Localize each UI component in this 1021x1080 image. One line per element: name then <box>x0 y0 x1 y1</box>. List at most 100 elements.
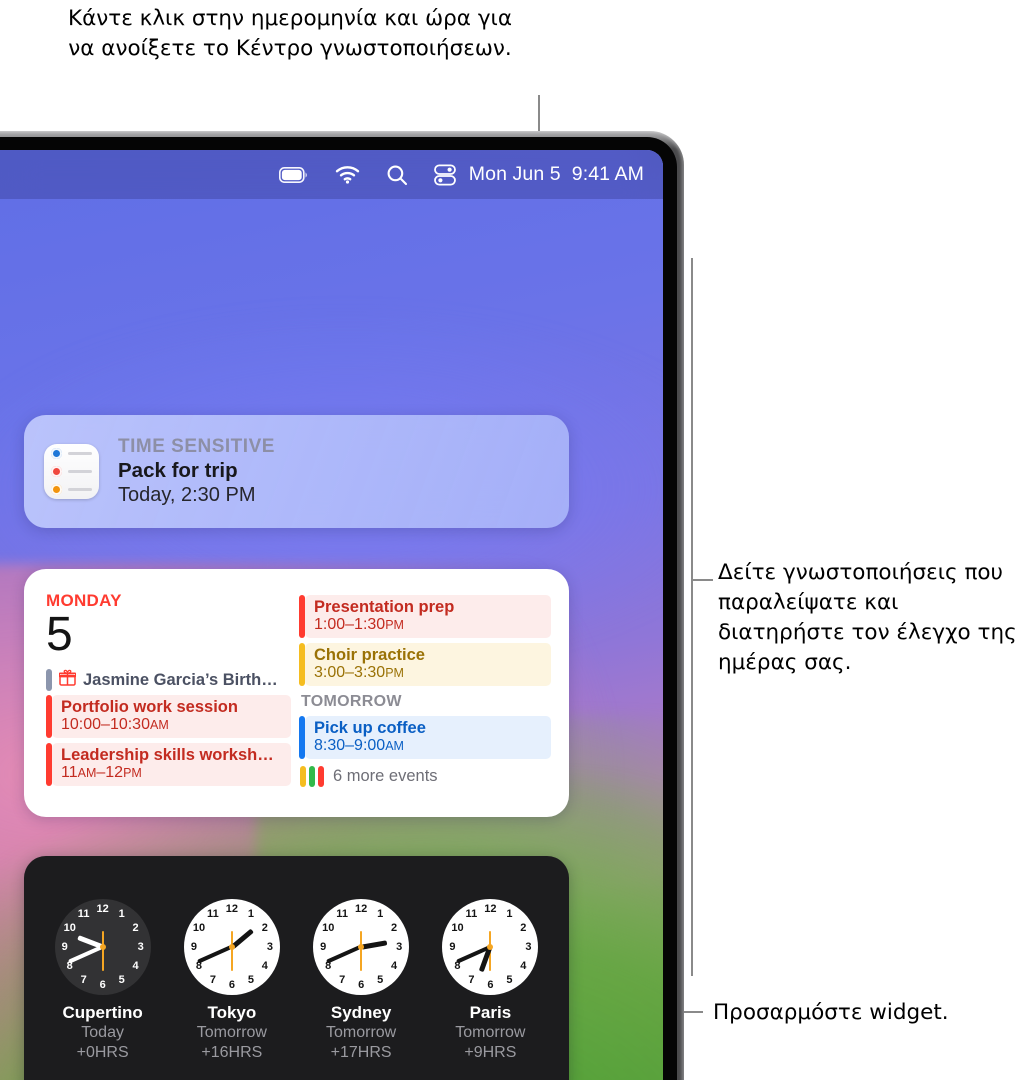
clock-numeral: 7 <box>339 973 346 986</box>
event-time: 8:30–9:00AM <box>314 737 404 754</box>
clock-numeral: 4 <box>390 960 398 972</box>
clock-second-hand <box>230 931 233 971</box>
notification-subtitle: Today, 2:30 PM <box>118 484 256 506</box>
control-center-icon[interactable] <box>421 150 469 199</box>
callout-bottom-text: Προσαρμόστε widget. <box>713 1000 949 1025</box>
clock-numeral: 1 <box>506 908 513 921</box>
clock-numeral: 12 <box>225 903 238 915</box>
clock-numeral: 4 <box>261 960 268 972</box>
screenshot-root: Κάντε κλικ στην ημερομηνία και ώρα για ν… <box>0 0 1021 1080</box>
clock-center-pin <box>99 944 106 950</box>
battery-icon[interactable] <box>266 150 322 199</box>
more-events-color-bars <box>300 766 324 787</box>
clock-numeral: 7 <box>209 973 216 986</box>
clock-numeral: 10 <box>63 922 76 934</box>
clock-numeral: 10 <box>322 922 335 934</box>
all-day-event-label: Jasmine Garcia’s Birth… <box>83 670 278 689</box>
clock-numeral: 5 <box>506 973 513 986</box>
search-icon[interactable] <box>373 150 421 199</box>
calendar-event[interactable]: Choir practice 3:00–3:30PM <box>299 643 551 686</box>
clock-numeral: 6 <box>99 979 106 991</box>
more-events-bar <box>318 766 324 787</box>
menu-bar-date: Mon Jun 5 <box>468 163 561 185</box>
clock-center-pin <box>487 944 494 950</box>
menu-bar-clock[interactable]: Mon Jun 5 9:41 AM <box>469 163 650 186</box>
clock-day-label: Tomorrow <box>196 1024 267 1041</box>
event-body: Pick up coffee 8:30–9:00AM <box>305 716 551 759</box>
clock-numeral: 6 <box>228 979 235 991</box>
world-clock-cell[interactable]: 12 1 2 3 4 5 6 7 8 9 10 11 Paris Tomorrow +9HRS <box>431 899 549 1063</box>
menu-bar: Mon Jun 5 9:41 AM <box>0 150 663 199</box>
clock-numeral: 1 <box>377 908 384 921</box>
clock-numeral: 9 <box>190 941 197 953</box>
clock-numeral: 3 <box>266 941 273 953</box>
clock-face: 12 1 2 3 4 5 6 7 8 9 10 11 <box>183 899 280 995</box>
reminder-dot <box>51 448 62 459</box>
calendar-more-events[interactable]: 6 more events <box>300 766 551 787</box>
clock-city-label: Tokyo <box>207 1003 257 1022</box>
clock-numeral: 1 <box>247 908 254 921</box>
world-clock-cell[interactable]: 12 1 2 3 4 5 6 7 8 9 10 11 Sydney Tomorrow +17HRS <box>302 899 420 1063</box>
clock-offset-label: +17HRS <box>330 1044 392 1061</box>
event-title: Presentation prep <box>314 598 455 616</box>
clock-city-label: Cupertino <box>62 1003 143 1022</box>
calendar-widget[interactable]: MONDAY 5 Jasmine Garcia’s Birth… Portfol… <box>24 569 569 817</box>
event-color-bar <box>46 669 52 691</box>
clock-numeral: 9 <box>449 941 456 953</box>
notification-text: TIME SENSITIVE Pack for trip Today, 2:30… <box>118 436 275 507</box>
clock-numeral: 11 <box>77 908 90 921</box>
clock-numeral: 5 <box>247 973 254 986</box>
wifi-icon[interactable] <box>322 150 373 199</box>
clock-numeral: 12 <box>96 903 109 915</box>
event-title: Leadership skills worksh… <box>61 746 274 764</box>
reminder-row <box>51 484 92 495</box>
clock-city-label: Sydney <box>330 1003 392 1022</box>
more-events-bar <box>300 766 306 787</box>
leader-line-right-vertical <box>691 258 693 976</box>
callout-top-text: Κάντε κλικ στην ημερομηνία και ώρα για ν… <box>67 6 512 61</box>
menu-bar-status-items: Mon Jun 5 9:41 AM <box>266 150 650 199</box>
clock-numeral: 4 <box>132 960 139 972</box>
reminder-row <box>51 448 92 459</box>
clock-city-label: Paris <box>469 1003 512 1022</box>
notification-category: TIME SENSITIVE <box>118 436 275 457</box>
world-clock-widget[interactable]: 12 1 2 3 4 5 6 7 8 9 10 11 Cupertino Today +0HRS 12 1 2 3 4… <box>24 856 569 1080</box>
event-time: 10:00–10:30AM <box>61 716 169 733</box>
macbook-device: Mon Jun 5 9:41 AM TIME SENSITIVE Pack fo… <box>0 131 684 1080</box>
clock-numeral: 7 <box>80 973 87 986</box>
clock-numeral: 1 <box>118 908 125 921</box>
clock-second-hand <box>101 931 104 971</box>
calendar-event[interactable]: Portfolio work session 10:00–10:30AM <box>46 695 291 738</box>
clock-numeral: 7 <box>468 973 475 986</box>
clock-numeral: 6 <box>358 979 365 991</box>
calendar-date-number: 5 <box>46 608 73 661</box>
calendar-event[interactable]: Pick up coffee 8:30–9:00AM <box>299 716 551 759</box>
clock-numeral: 3 <box>137 941 144 953</box>
clock-numeral: 2 <box>520 922 527 934</box>
event-body: Portfolio work session 10:00–10:30AM <box>52 695 291 738</box>
reminder-line <box>68 470 92 473</box>
callout-right-text: Δείτε γνωστοποιήσεις που παραλείψατε και… <box>718 560 1017 675</box>
clock-numeral: 11 <box>207 908 219 921</box>
calendar-event[interactable]: Presentation prep 1:00–1:30PM <box>299 595 551 638</box>
calendar-tomorrow-header: TOMORROW <box>301 693 402 710</box>
event-title: Portfolio work session <box>61 698 238 716</box>
world-clock-cell[interactable]: 12 1 2 3 4 5 6 7 8 9 10 11 Cupertino Today +0HRS <box>44 899 162 1063</box>
notification-banner[interactable]: TIME SENSITIVE Pack for trip Today, 2:30… <box>24 415 569 528</box>
clock-numeral: 3 <box>396 941 403 953</box>
clock-minute-hand <box>197 945 233 964</box>
reminder-dot <box>51 484 62 495</box>
clock-hour-hand <box>360 940 388 950</box>
clock-numeral: 3 <box>525 941 532 953</box>
clock-day-label: Today <box>81 1024 124 1041</box>
event-body: Leadership skills worksh… 11AM–12PM <box>52 743 291 786</box>
calendar-event[interactable]: Leadership skills worksh… 11AM–12PM <box>46 743 291 786</box>
clock-offset-label: +16HRS <box>201 1044 263 1061</box>
clock-numeral: 11 <box>336 908 348 921</box>
world-clock-cell[interactable]: 12 1 2 3 4 5 6 7 8 9 10 11 Tokyo Tomorrow +16HRS <box>173 899 291 1063</box>
clock-second-hand <box>360 931 363 971</box>
leader-line-right-tick <box>691 579 713 581</box>
clock-numeral: 2 <box>390 922 398 934</box>
calendar-all-day-event[interactable]: Jasmine Garcia’s Birth… <box>46 669 291 691</box>
clock-numeral: 11 <box>465 908 478 921</box>
